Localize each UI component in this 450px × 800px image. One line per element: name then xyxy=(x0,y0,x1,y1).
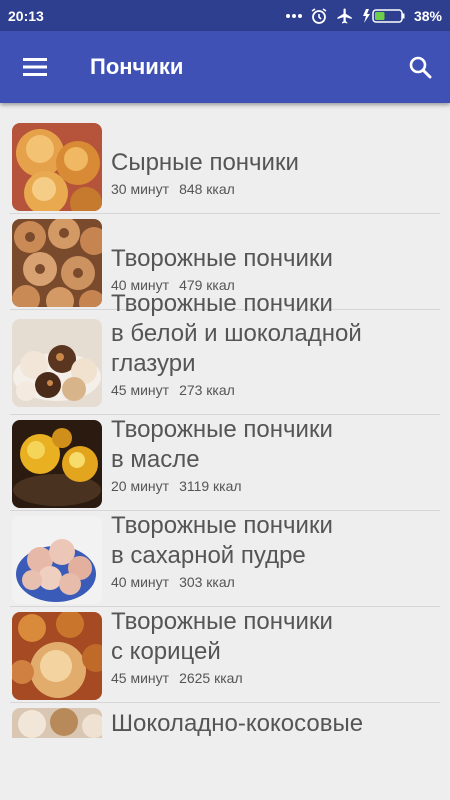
recipe-name: Сырные пончики xyxy=(111,149,299,176)
menu-icon xyxy=(23,58,47,76)
recipe-thumbnail xyxy=(12,708,102,738)
recipe-time: 40 минут xyxy=(111,574,170,590)
recipe-name-line: в сахарной пудре xyxy=(111,542,306,569)
app-bar: Пончики xyxy=(0,31,450,103)
recipe-name-line: Творожные пончики xyxy=(111,512,333,539)
recipe-kcal: 848 ккал xyxy=(179,181,235,197)
recipe-name-line: с корицей xyxy=(111,638,221,665)
battery-percent: 38% xyxy=(413,7,442,24)
recipe-item[interactable]: Творожные пончики в белой и шоколадной г… xyxy=(10,290,440,415)
recipe-kcal: 3119 ккал xyxy=(179,478,242,494)
recipe-thumbnail xyxy=(12,319,102,407)
recipe-name-line: глазури xyxy=(111,350,196,377)
recipe-name-line: Творожные пончики xyxy=(111,608,333,635)
recipe-item[interactable]: Творожные пончики с корицей 45 минут 262… xyxy=(10,607,440,703)
recipe-name: Шоколадно-кокосовые xyxy=(111,710,364,737)
recipe-name: Творожные пончики xyxy=(111,245,333,272)
status-time: 20:13 xyxy=(8,7,44,24)
recipe-time: 45 минут xyxy=(111,670,170,686)
recipe-thumbnail xyxy=(12,123,102,211)
recipe-list[interactable]: Сырные пончики 30 минут 848 ккал Творожн… xyxy=(10,118,440,738)
more-dots-icon xyxy=(285,13,302,19)
airplane-icon xyxy=(336,7,354,25)
recipe-thumbnail xyxy=(12,219,102,307)
recipe-item[interactable]: Сырные пончики 30 минут 848 ккал xyxy=(10,118,440,214)
recipe-kcal: 303 ккал xyxy=(179,574,235,590)
recipe-item[interactable]: Творожные пончики в сахарной пудре 40 ми… xyxy=(10,511,440,607)
recipe-name-line: в масле xyxy=(111,446,200,473)
recipe-thumbnail xyxy=(12,612,102,700)
recipe-kcal: 2625 ккал xyxy=(179,670,243,686)
menu-button[interactable] xyxy=(0,31,70,103)
recipe-item[interactable]: Творожные пончики в масле 20 минут 3119 … xyxy=(10,415,440,511)
recipe-name-line: Творожные пончики xyxy=(111,416,333,443)
recipe-name-line: Творожные пончики xyxy=(111,290,333,317)
recipe-time: 20 минут xyxy=(111,478,170,494)
battery-icon xyxy=(362,8,406,24)
search-button[interactable] xyxy=(390,31,450,103)
search-icon xyxy=(409,56,432,79)
recipe-thumbnail xyxy=(12,516,102,604)
recipe-thumbnail xyxy=(12,420,102,508)
page-title: Пончики xyxy=(90,54,184,79)
status-icons: 38% xyxy=(285,7,442,25)
recipe-time: 45 минут xyxy=(111,382,170,398)
recipe-name-line: в белой и шоколадной xyxy=(111,320,362,347)
recipe-kcal: 273 ккал xyxy=(179,382,235,398)
recipe-time: 30 минут xyxy=(111,181,170,197)
recipe-item[interactable]: Шоколадно-кокосовые xyxy=(10,703,440,738)
status-bar: 20:13 38% xyxy=(0,0,450,31)
alarm-icon xyxy=(310,7,328,25)
